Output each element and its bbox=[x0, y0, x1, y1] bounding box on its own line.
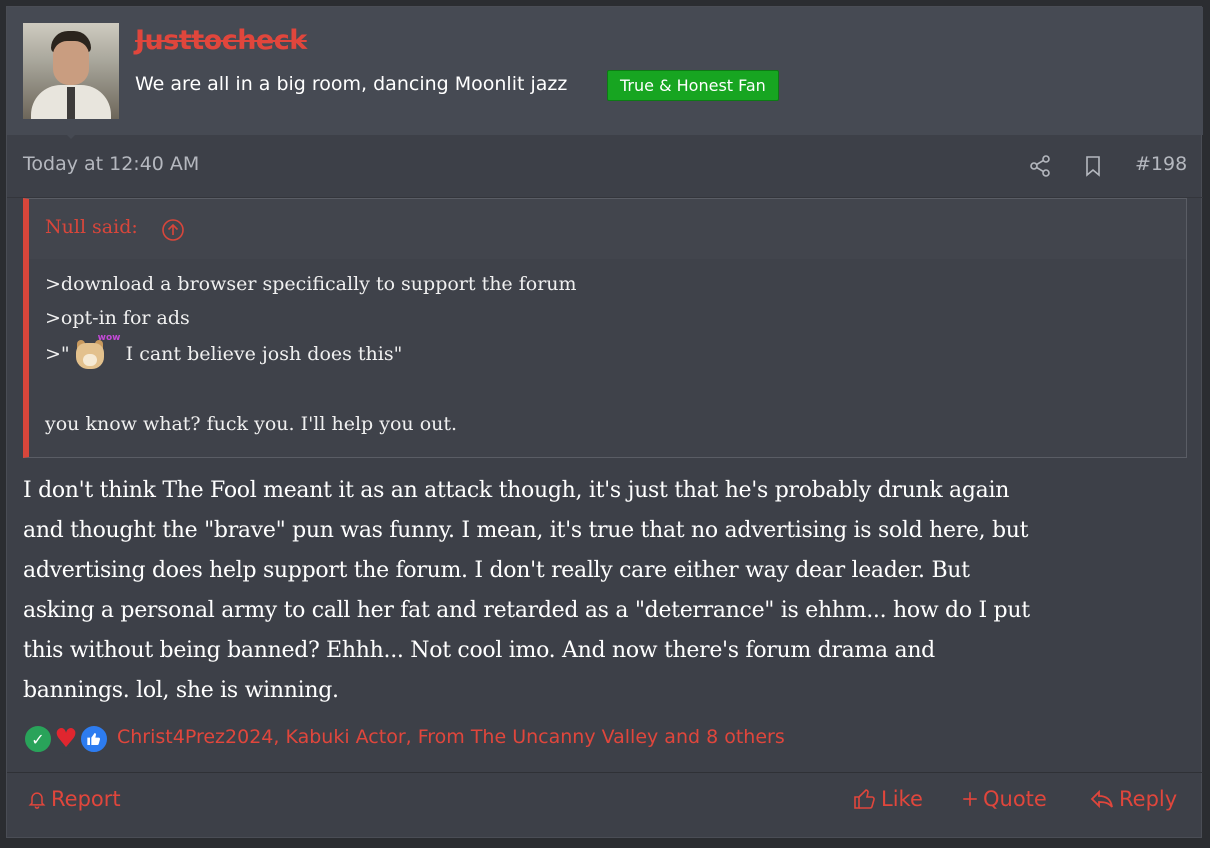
report-label: Report bbox=[51, 787, 121, 811]
plus-icon bbox=[963, 792, 977, 806]
post-body: I don't think The Fool meant it as an at… bbox=[23, 471, 1191, 711]
doge-wow-emoji-icon: wow bbox=[72, 333, 120, 371]
post-body-line: asking a personal army to call her fat a… bbox=[23, 598, 1030, 623]
quote-line-text: I cant believe josh does this" bbox=[125, 343, 403, 365]
reaction-icons[interactable]: ✓ ♥ bbox=[23, 723, 119, 755]
reply-arrow-icon bbox=[1090, 789, 1113, 809]
bell-icon bbox=[28, 792, 46, 809]
post-body-line: and thought the "brave" pun was funny. I… bbox=[23, 518, 1029, 543]
quote-line: >" wow I cant believe josh does this" bbox=[45, 333, 403, 371]
heart-icon: ♥ bbox=[51, 724, 81, 754]
thumbs-up-outline-icon bbox=[854, 789, 875, 809]
header-arrow bbox=[63, 131, 79, 139]
username[interactable]: Justtocheck bbox=[135, 25, 307, 56]
avatar[interactable] bbox=[23, 23, 119, 119]
quote-block: Null said: >download a browser specifica… bbox=[23, 198, 1187, 458]
user-banner: True & Honest Fan bbox=[607, 70, 779, 101]
post-number[interactable]: #198 bbox=[1135, 153, 1187, 175]
user-header: Justtocheck We are all in a big room, da… bbox=[7, 7, 1203, 135]
post-body-line: bannings. lol, she is winning. bbox=[23, 678, 339, 703]
reply-button[interactable]: Reply bbox=[1089, 784, 1177, 814]
like-label: Like bbox=[881, 787, 923, 811]
emoji-label: wow bbox=[97, 333, 121, 343]
reply-label: Reply bbox=[1119, 787, 1178, 811]
post-container: Justtocheck We are all in a big room, da… bbox=[6, 6, 1203, 838]
post-body-line: this without being banned? Ehhh... Not c… bbox=[23, 638, 935, 663]
thumbs-up-icon bbox=[79, 724, 109, 754]
quote-line: >opt-in for ads bbox=[45, 307, 190, 329]
quote-line-prefix: >" bbox=[45, 343, 70, 365]
share-icon[interactable] bbox=[1028, 154, 1052, 178]
post-timestamp[interactable]: Today at 12:40 AM bbox=[23, 153, 199, 175]
quote-header: Null said: bbox=[29, 199, 1186, 259]
quote-label: Quote bbox=[983, 787, 1047, 811]
user-title: We are all in a big room, dancing Moonli… bbox=[135, 73, 568, 95]
divider bbox=[7, 772, 1203, 773]
reaction-names[interactable]: Christ4Prez2024, Kabuki Actor, From The … bbox=[117, 726, 785, 748]
report-button[interactable]: Report bbox=[27, 784, 121, 814]
quote-line: you know what? fuck you. I'll help you o… bbox=[45, 413, 458, 435]
quote-button[interactable]: Quote bbox=[961, 784, 1047, 814]
post-body-line: I don't think The Fool meant it as an at… bbox=[23, 478, 1010, 503]
quote-line: >download a browser specifically to supp… bbox=[45, 273, 577, 295]
post-body-line: advertising does help support the forum.… bbox=[23, 558, 970, 583]
bookmark-icon[interactable] bbox=[1081, 154, 1105, 178]
quote-author[interactable]: Null said: bbox=[45, 216, 138, 238]
check-icon: ✓ bbox=[23, 724, 53, 754]
like-button[interactable]: Like bbox=[853, 784, 923, 814]
arrow-up-circle-icon[interactable] bbox=[161, 218, 185, 242]
